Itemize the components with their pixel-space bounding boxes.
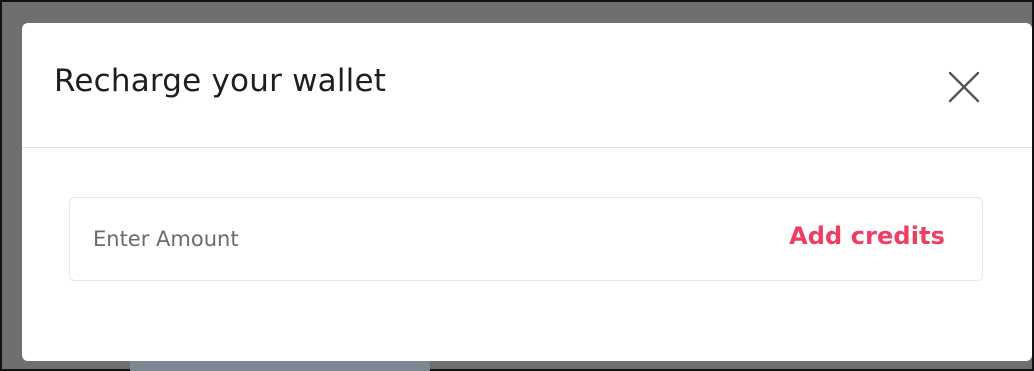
close-icon bbox=[948, 71, 980, 103]
dialog-title: Recharge your wallet bbox=[54, 63, 387, 99]
close-button[interactable] bbox=[944, 67, 984, 107]
dialog-header: Recharge your wallet bbox=[22, 23, 1032, 148]
amount-input-group: Add credits bbox=[69, 197, 983, 281]
recharge-wallet-dialog: Recharge your wallet Add credits bbox=[22, 23, 1032, 361]
add-credits-button[interactable]: Add credits bbox=[789, 222, 945, 250]
amount-input[interactable] bbox=[93, 216, 693, 262]
